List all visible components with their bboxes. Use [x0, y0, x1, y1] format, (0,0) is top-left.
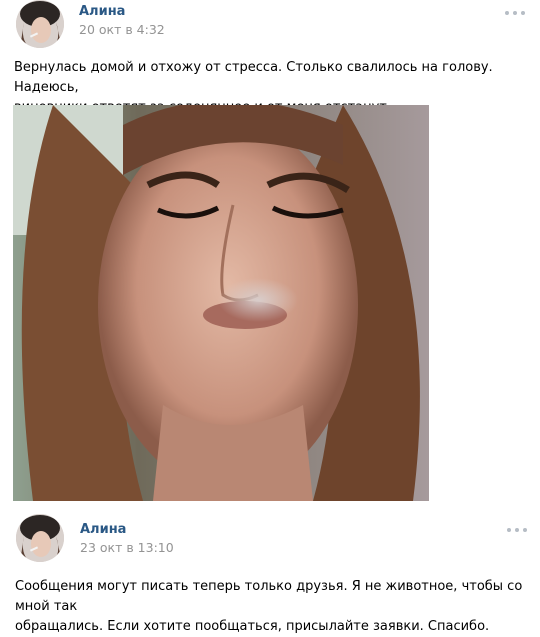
post-text-line: Сообщения могут писать теперь только дру… [15, 579, 523, 614]
more-dots-icon[interactable] [507, 526, 527, 534]
author-avatar[interactable] [16, 0, 64, 48]
post-date[interactable]: 23 окт в 13:10 [80, 540, 174, 555]
post-date[interactable]: 20 окт в 4:32 [79, 22, 165, 37]
post-text-line: Вернулась домой и отхожу от стресса. Сто… [14, 60, 493, 95]
dot [523, 528, 527, 532]
dot [507, 528, 511, 532]
dot [521, 11, 525, 15]
avatar-photo [16, 514, 64, 562]
more-dots-icon[interactable] [505, 9, 525, 17]
post-text-line: обращались. Если хотите пообщаться, прис… [15, 619, 490, 634]
avatar-photo [16, 0, 64, 48]
post-photo[interactable] [13, 105, 429, 501]
author-name[interactable]: Алина [79, 4, 125, 19]
photo-image [13, 105, 429, 501]
author-name[interactable]: Алина [80, 522, 126, 537]
post-text: Сообщения могут писать теперь только дру… [15, 577, 530, 637]
dot [505, 11, 509, 15]
dot [515, 528, 519, 532]
author-avatar[interactable] [16, 514, 64, 562]
dot [513, 11, 517, 15]
